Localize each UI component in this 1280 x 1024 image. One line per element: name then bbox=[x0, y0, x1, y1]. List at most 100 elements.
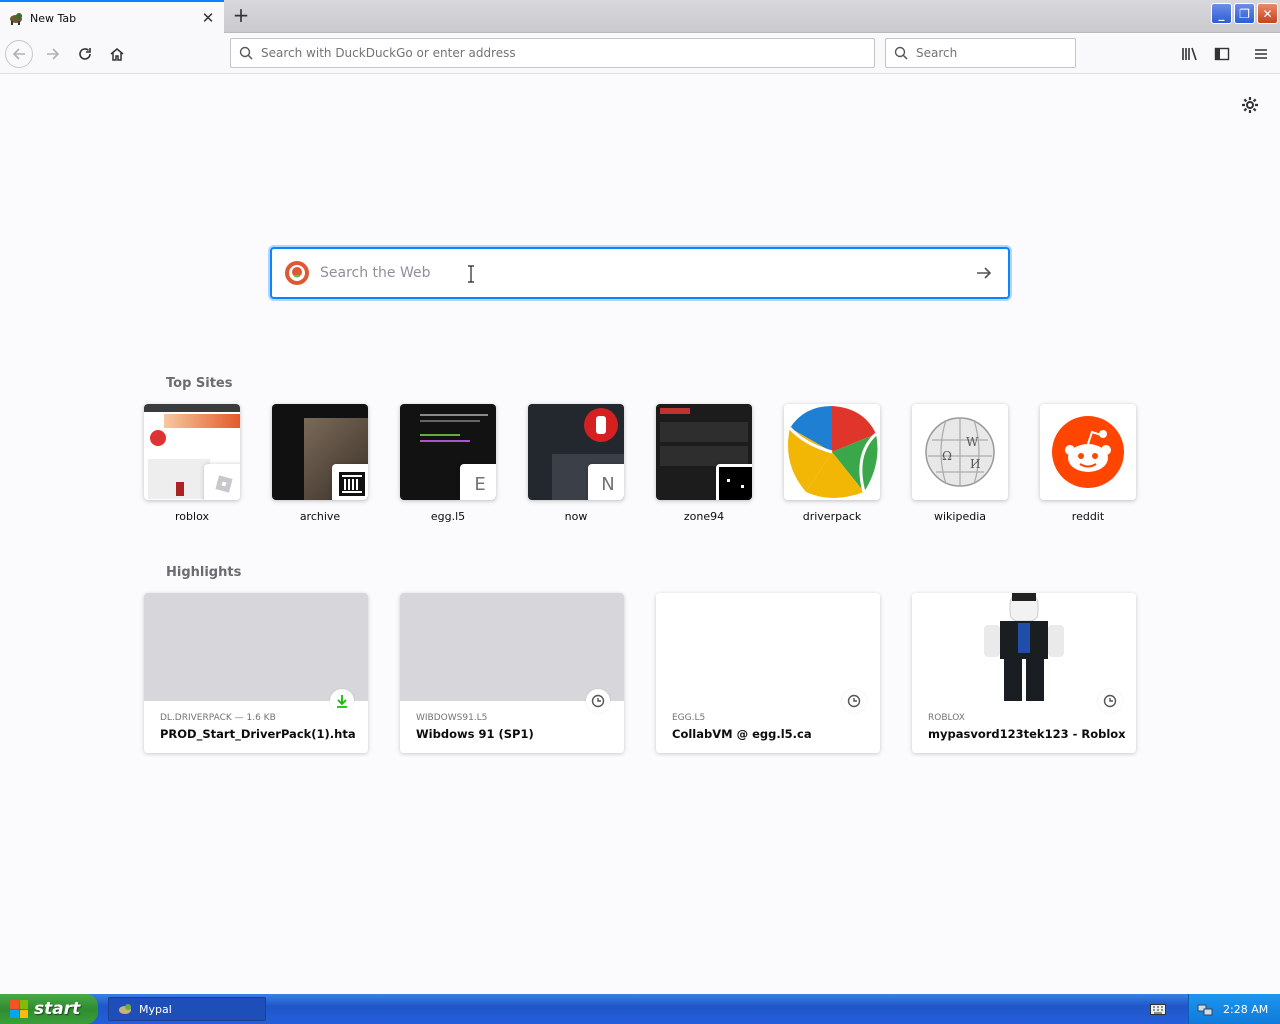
network-icon[interactable] bbox=[1197, 1001, 1213, 1017]
top-site-now[interactable]: N now bbox=[528, 404, 624, 523]
top-site-egg-l5[interactable]: E egg.l5 bbox=[400, 404, 496, 523]
clock-icon bbox=[842, 689, 866, 713]
top-sites-heading: Top Sites bbox=[166, 376, 233, 391]
tab-title: New Tab bbox=[30, 11, 77, 25]
site-thumbnail bbox=[656, 404, 752, 500]
highlight-image bbox=[912, 593, 1136, 701]
windows-taskbar: start Mypal 2:28 AM bbox=[0, 994, 1280, 1024]
site-thumbnail bbox=[272, 404, 368, 500]
new-tab-button[interactable]: + bbox=[230, 5, 252, 27]
archive-logo-icon bbox=[332, 464, 368, 500]
top-site-label: wikipedia bbox=[933, 510, 986, 523]
clock[interactable]: 2:28 AM bbox=[1223, 1003, 1268, 1016]
tab-strip: New Tab ✕ + _ ❐ ✕ bbox=[0, 0, 1280, 34]
reddit-logo-icon bbox=[1052, 416, 1124, 488]
top-site-label: driverpack bbox=[802, 510, 862, 523]
highlight-image bbox=[144, 593, 368, 701]
hamburger-menu-icon bbox=[1255, 49, 1267, 59]
duckduckgo-logo-icon bbox=[285, 261, 309, 285]
svg-text:W: W bbox=[966, 435, 979, 449]
system-tray: 2:28 AM bbox=[1188, 994, 1280, 1024]
highlights-heading: Highlights bbox=[166, 565, 242, 580]
top-site-wikipedia[interactable]: Ω W И wikipedia bbox=[912, 404, 1008, 523]
sidebar-button[interactable] bbox=[1208, 40, 1236, 68]
top-site-archive[interactable]: archive bbox=[272, 404, 368, 523]
search-icon bbox=[239, 46, 253, 60]
window-controls: _ ❐ ✕ bbox=[1211, 3, 1278, 24]
forward-button[interactable] bbox=[39, 40, 67, 68]
back-arrow-icon bbox=[12, 48, 25, 60]
back-button[interactable] bbox=[5, 40, 33, 68]
close-window-button[interactable]: ✕ bbox=[1257, 3, 1278, 24]
web-search-box[interactable] bbox=[270, 247, 1010, 299]
driverpack-logo-icon bbox=[788, 406, 878, 498]
customize-button[interactable] bbox=[1238, 93, 1262, 117]
search-input[interactable] bbox=[916, 46, 1075, 60]
top-site-driverpack[interactable]: driverpack bbox=[784, 404, 880, 523]
search-icon bbox=[894, 46, 908, 60]
tab-close-icon[interactable]: ✕ bbox=[200, 9, 216, 27]
top-site-label: archive bbox=[299, 510, 341, 523]
top-site-label: egg.l5 bbox=[430, 510, 466, 523]
top-site-roblox[interactable]: roblox bbox=[144, 404, 240, 523]
wikipedia-globe-icon: Ω W И bbox=[925, 417, 995, 487]
search-bar[interactable] bbox=[885, 38, 1076, 68]
svg-text:Ω: Ω bbox=[942, 449, 952, 463]
navigation-toolbar bbox=[0, 34, 1280, 74]
keyboard-icon[interactable] bbox=[1150, 1002, 1166, 1016]
taskbar-item-mypal[interactable]: Mypal bbox=[108, 997, 266, 1021]
site-thumbnail: E bbox=[400, 404, 496, 500]
site-thumbnail bbox=[144, 404, 240, 500]
top-site-label: now bbox=[564, 510, 588, 523]
highlight-source: ROBLOX bbox=[928, 713, 965, 723]
highlight-source: DL.DRIVERPACK — 1.6 KB bbox=[160, 713, 276, 723]
text-cursor-icon bbox=[468, 265, 474, 283]
forward-arrow-icon bbox=[47, 48, 60, 60]
top-site-label: zone94 bbox=[683, 510, 725, 523]
svg-text:И: И bbox=[970, 457, 980, 471]
highlight-card[interactable]: EGG.L5 CollabVM @ egg.l5.ca bbox=[656, 593, 880, 753]
egg-l5-letter-icon: E bbox=[460, 464, 496, 500]
address-input[interactable] bbox=[261, 46, 874, 60]
start-button[interactable]: start bbox=[0, 994, 98, 1024]
top-site-zone94[interactable]: zone94 bbox=[656, 404, 752, 523]
start-label: start bbox=[34, 999, 81, 1019]
home-button[interactable] bbox=[103, 40, 131, 68]
highlight-source: WIBDOWS91.L5 bbox=[416, 713, 488, 723]
highlight-source: EGG.L5 bbox=[672, 713, 706, 723]
highlight-card[interactable]: DL.DRIVERPACK — 1.6 KB PROD_Start_Driver… bbox=[144, 593, 368, 753]
top-site-label: reddit bbox=[1071, 510, 1105, 523]
menu-button[interactable] bbox=[1247, 40, 1275, 68]
windows-flag-icon bbox=[10, 1000, 28, 1018]
site-thumbnail bbox=[784, 404, 880, 500]
mypal-favicon-icon bbox=[8, 10, 24, 26]
home-icon bbox=[110, 48, 124, 61]
sidebar-icon bbox=[1214, 47, 1230, 61]
roblox-avatar-image bbox=[984, 593, 1064, 701]
highlight-card[interactable]: ROBLOX mypasvord123tek123 - Roblox bbox=[912, 593, 1136, 753]
clock-icon bbox=[586, 689, 610, 713]
roblox-logo-icon bbox=[204, 464, 240, 500]
reload-button[interactable] bbox=[71, 40, 99, 68]
highlight-title: Wibdows 91 (SP1) bbox=[416, 727, 534, 741]
reload-icon bbox=[79, 48, 91, 60]
restore-button[interactable]: ❐ bbox=[1234, 3, 1255, 24]
tab-new-tab[interactable]: New Tab ✕ bbox=[0, 0, 224, 34]
top-site-reddit[interactable]: reddit bbox=[1040, 404, 1136, 523]
library-icon bbox=[1182, 47, 1197, 61]
highlight-card[interactable]: WIBDOWS91.L5 Wibdows 91 (SP1) bbox=[400, 593, 624, 753]
highlight-image bbox=[656, 593, 880, 701]
now-letter-icon: N bbox=[588, 464, 624, 500]
highlight-title: PROD_Start_DriverPack(1).hta bbox=[160, 727, 356, 741]
clock-icon bbox=[1098, 689, 1122, 713]
web-search-input[interactable] bbox=[320, 265, 974, 281]
library-button[interactable] bbox=[1176, 40, 1204, 68]
site-thumbnail bbox=[1040, 404, 1136, 500]
top-site-label: roblox bbox=[175, 510, 209, 523]
address-bar[interactable] bbox=[230, 38, 875, 68]
minimize-button[interactable]: _ bbox=[1211, 3, 1232, 24]
highlight-image bbox=[400, 593, 624, 701]
taskbar-item-label: Mypal bbox=[139, 1002, 172, 1016]
zone94-logo-icon bbox=[716, 464, 752, 500]
search-submit-arrow-icon[interactable] bbox=[974, 263, 994, 283]
